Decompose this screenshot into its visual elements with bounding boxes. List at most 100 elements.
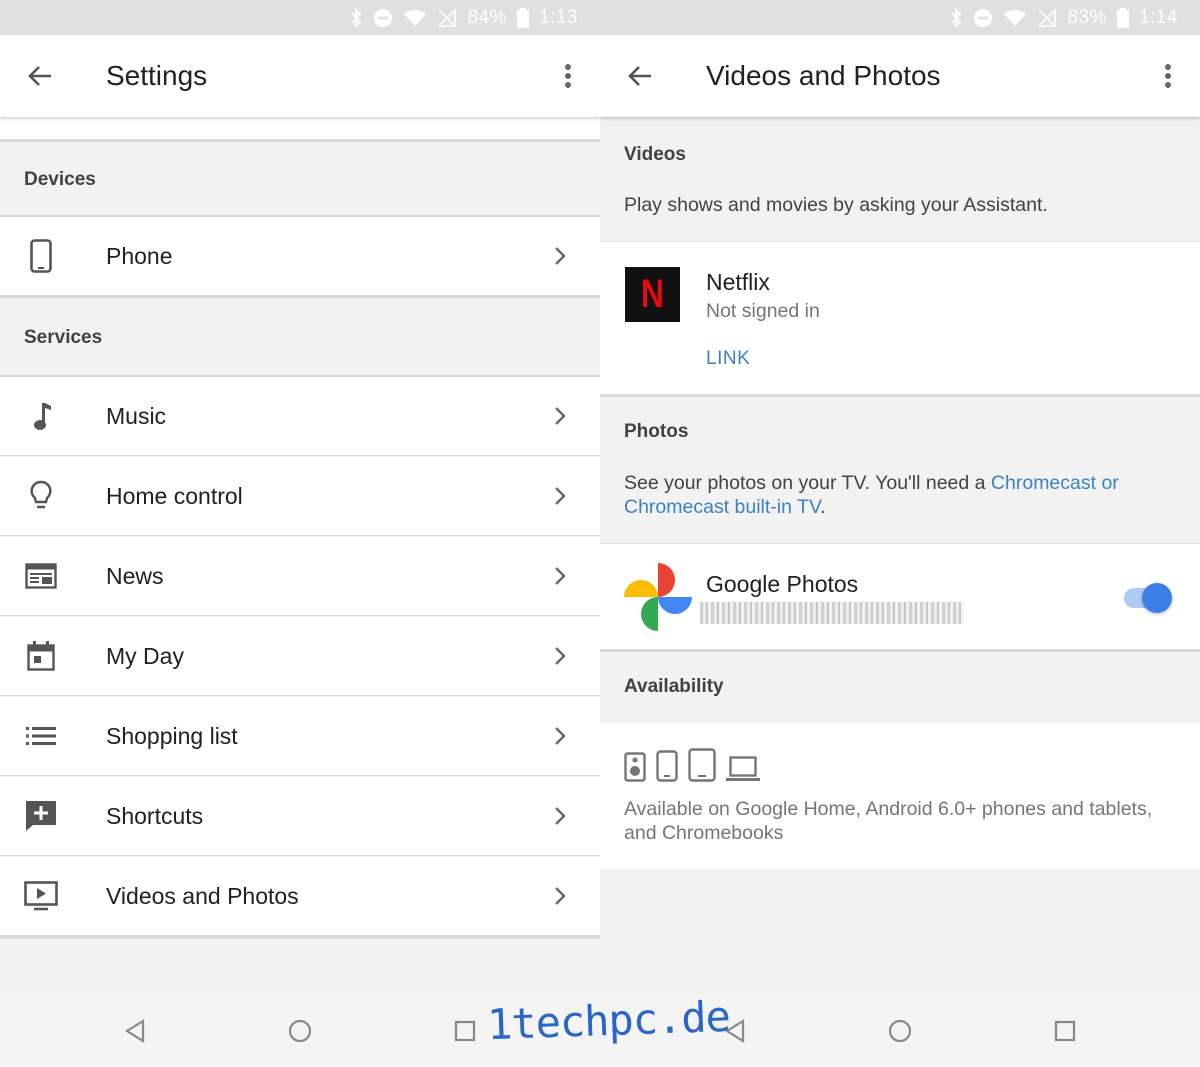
circle-home-icon xyxy=(888,1019,912,1043)
do-not-disturb-icon xyxy=(373,8,393,28)
arrow-back-icon xyxy=(28,66,51,86)
do-not-disturb-icon xyxy=(973,8,993,28)
chevron-right-icon xyxy=(555,407,566,425)
music-note-icon xyxy=(24,397,58,435)
settings-item-label: My Day xyxy=(106,643,184,669)
settings-item-label: News xyxy=(106,563,164,589)
arrow-back-icon xyxy=(628,66,651,86)
settings-item-shopping-list[interactable]: Shopping list xyxy=(0,697,600,776)
photos-description: See your photos on your TV. You'll need … xyxy=(624,472,1119,518)
chevron-right-icon xyxy=(555,247,566,265)
chevron-right-icon xyxy=(555,487,566,505)
chevron-right-icon xyxy=(555,807,566,825)
watermark: 1techpc.de xyxy=(486,991,731,1050)
wifi-icon xyxy=(1003,9,1027,27)
settings-item-my-day[interactable]: My Day xyxy=(0,617,600,696)
triangle-back-icon xyxy=(124,1019,145,1043)
chevron-right-icon xyxy=(555,647,566,665)
clock: 1:14 xyxy=(1139,6,1178,28)
no-signal-icon xyxy=(1037,7,1057,28)
status-bar: 84% 1:13 xyxy=(0,0,600,35)
videos-section: Videos Play shows and movies by asking y… xyxy=(600,117,1200,241)
section-header-videos: Videos xyxy=(624,144,686,165)
nav-recents-button[interactable] xyxy=(450,1016,480,1046)
bluetooth-icon xyxy=(349,7,363,28)
add-comment-icon xyxy=(24,797,58,835)
app-bar: Settings xyxy=(0,35,600,117)
photos-section: Photos See your photos on your TV. You'l… xyxy=(600,397,1200,543)
google-photos-toggle[interactable] xyxy=(1122,582,1172,614)
settings-item-shortcuts[interactable]: Shortcuts xyxy=(0,777,600,856)
toggle-thumb xyxy=(1142,583,1172,613)
square-recents-icon xyxy=(454,1020,476,1042)
settings-item-label: Shopping list xyxy=(106,723,238,749)
google-photos-logo xyxy=(622,561,694,633)
battery-icon xyxy=(1117,7,1130,28)
phone-icon xyxy=(656,750,678,782)
settings-item-news[interactable]: News xyxy=(0,537,600,616)
speaker-icon xyxy=(624,752,646,782)
availability-card: Available on Google Home, Android 6.0+ p… xyxy=(600,723,1200,869)
nav-recents-button[interactable] xyxy=(1050,1016,1080,1046)
nav-back-button[interactable] xyxy=(120,1016,150,1046)
back-button[interactable] xyxy=(22,58,58,94)
more-vert-icon xyxy=(1165,64,1171,88)
status-bar: 83% 1:14 xyxy=(600,0,1200,35)
bluetooth-icon xyxy=(949,7,963,28)
clock: 1:13 xyxy=(539,6,578,28)
page-title: Videos and Photos xyxy=(706,60,941,91)
netflix-link-button[interactable]: LINK xyxy=(706,348,750,370)
newspaper-icon xyxy=(24,557,58,595)
chevron-right-icon xyxy=(555,727,566,745)
nav-home-button[interactable] xyxy=(885,1016,915,1046)
videos-description: Play shows and movies by asking your Ass… xyxy=(624,194,1048,216)
netflix-card: N Netflix Not signed in LINK xyxy=(600,241,1200,394)
google-photos-card: Google Photos xyxy=(600,543,1200,649)
square-recents-icon xyxy=(1054,1020,1076,1042)
section-header-photos: Photos xyxy=(624,421,689,442)
device-icons xyxy=(624,748,760,782)
settings-item-label: Shortcuts xyxy=(106,803,204,829)
settings-item-home-control[interactable]: Home control xyxy=(0,457,600,536)
phone-icon xyxy=(24,237,58,275)
section-header-availability: Availability xyxy=(624,676,724,697)
chromecast-tv-link[interactable]: Chromecast built-in TV xyxy=(624,496,820,518)
videos-and-photos-screen: 83% 1:14 Videos and Photos Videos Play s… xyxy=(600,0,1200,1067)
nav-home-button[interactable] xyxy=(285,1016,315,1046)
list-top-strip xyxy=(0,117,600,139)
settings-item-label: Phone xyxy=(106,243,173,269)
settings-item-phone[interactable]: Phone xyxy=(0,217,600,296)
more-vert-icon xyxy=(565,64,571,88)
settings-item-label: Music xyxy=(106,403,167,429)
app-bar: Videos and Photos xyxy=(600,35,1200,117)
settings-screen: 84% 1:13 Settings Devices Phone Services xyxy=(0,0,600,1067)
page-title: Settings xyxy=(106,60,208,91)
circle-home-icon xyxy=(288,1019,312,1043)
settings-item-videos-and-photos[interactable]: Videos and Photos xyxy=(0,857,600,936)
settings-item-label: Home control xyxy=(106,483,243,509)
settings-item-music[interactable]: Music xyxy=(0,377,600,456)
wifi-icon xyxy=(403,9,427,27)
settings-item-label: Videos and Photos xyxy=(106,883,299,909)
netflix-logo: N xyxy=(625,267,680,322)
list-icon xyxy=(24,717,58,755)
tablet-icon xyxy=(688,748,716,782)
laptop-icon xyxy=(726,756,760,781)
more-options-button[interactable] xyxy=(1156,58,1180,94)
chevron-right-icon xyxy=(555,887,566,905)
calendar-icon xyxy=(24,637,58,675)
chromecast-link[interactable]: Chromecast or xyxy=(991,472,1119,494)
netflix-status: Not signed in xyxy=(706,300,820,322)
section-header-services: Services xyxy=(0,298,600,376)
netflix-name: Netflix xyxy=(706,269,770,295)
video-icon xyxy=(24,877,58,915)
more-options-button[interactable] xyxy=(556,58,580,94)
back-button[interactable] xyxy=(622,58,658,94)
no-signal-icon xyxy=(437,7,457,28)
section-header-devices: Devices xyxy=(0,142,600,217)
divider xyxy=(0,936,600,939)
availability-description: Available on Google Home, Android 6.0+ p… xyxy=(624,798,1153,844)
chevron-right-icon xyxy=(555,567,566,585)
battery-icon xyxy=(517,7,530,28)
battery-percent: 84% xyxy=(467,6,508,28)
